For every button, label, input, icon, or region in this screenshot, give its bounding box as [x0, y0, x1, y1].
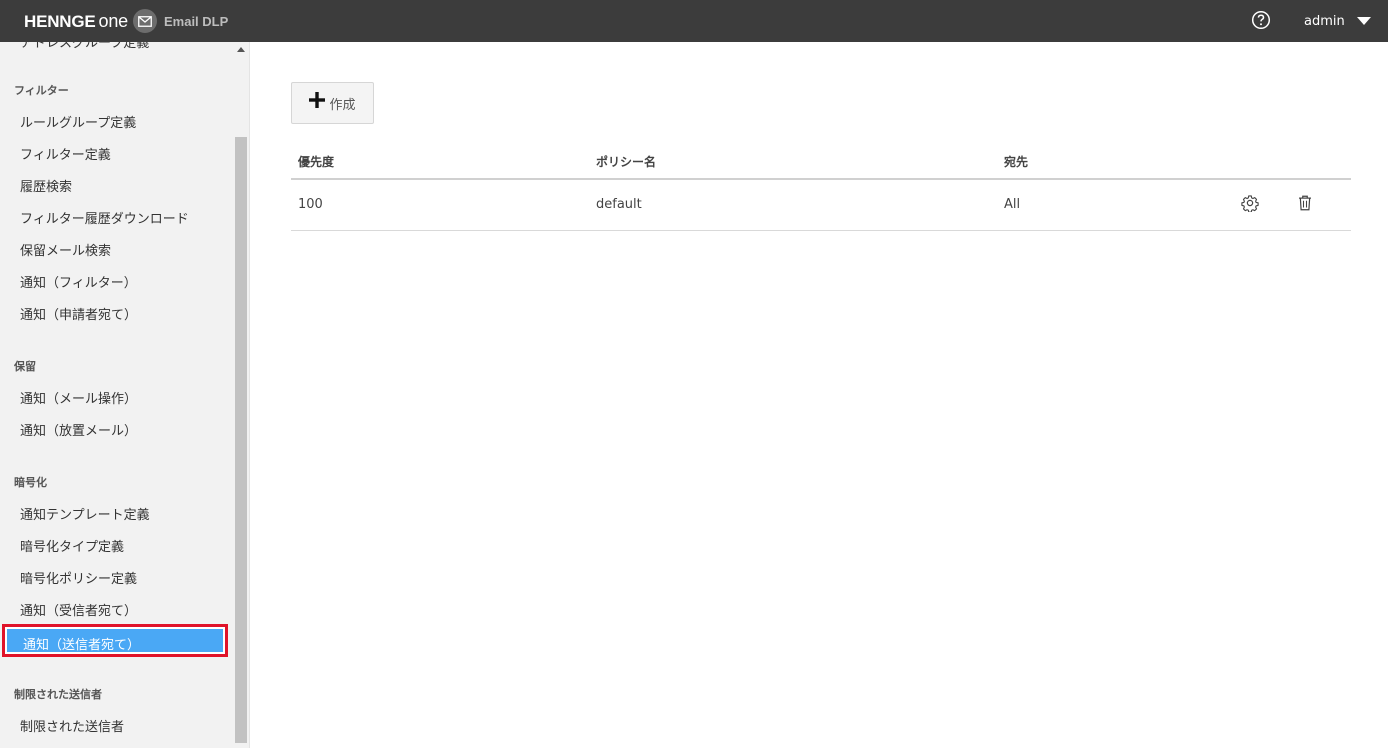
sidebar-scrollbar[interactable]: [234, 42, 248, 748]
sidebar-item-notify-filter[interactable]: 通知（フィルター）: [20, 272, 137, 291]
sidebar-item-notify-sender[interactable]: 通知（送信者宛て）: [2, 624, 228, 657]
sidebar-item-notify-neglected-mail[interactable]: 通知（放置メール）: [20, 420, 137, 439]
cell-recipient: All: [1004, 197, 1021, 212]
cell-policy-name: default: [596, 197, 642, 212]
table-row-divider: [291, 230, 1351, 231]
top-bar: HENNGE one Email DLP admin: [0, 0, 1388, 42]
sidebar-item-notify-template[interactable]: 通知テンプレート定義: [20, 504, 150, 523]
sidebar-item-encryption-type[interactable]: 暗号化タイプ定義: [20, 536, 124, 555]
sidebar-item-held-mail-search[interactable]: 保留メール検索: [20, 240, 111, 259]
sidebar-item-restricted-senders[interactable]: 制限された送信者: [20, 716, 124, 735]
sidebar-item-history-download[interactable]: フィルター履歴ダウンロード: [20, 208, 189, 227]
active-highlight: 通知（送信者宛て）: [7, 629, 223, 653]
sidebar-item-notify-recipient[interactable]: 通知（受信者宛て）: [20, 600, 137, 619]
section-title-hold: 保留: [14, 360, 36, 373]
cell-priority: 100: [298, 197, 323, 212]
scroll-up-arrow-icon[interactable]: [237, 47, 245, 52]
caret-down-icon: [1356, 17, 1371, 25]
sidebar-item-encryption-policy[interactable]: 暗号化ポリシー定義: [20, 568, 137, 587]
sidebar-item-history-search[interactable]: 履歴検索: [20, 176, 72, 195]
sidebar: アドレスグループ定義 フィルター ルールグループ定義 フィルター定義 履歴検索 …: [0, 42, 250, 748]
sidebar-item-notify-mail-operation[interactable]: 通知（メール操作）: [20, 388, 137, 407]
plus-icon: [309, 91, 326, 113]
brand-name: HENNGE one: [24, 10, 128, 31]
help-circle-icon[interactable]: [1251, 10, 1271, 30]
brand-logo[interactable]: HENNGE one Email DLP: [24, 0, 228, 42]
user-name: admin: [1304, 13, 1345, 29]
trash-icon[interactable]: [1296, 194, 1314, 212]
create-button[interactable]: 作成: [291, 82, 374, 124]
create-button-label: 作成: [329, 97, 356, 113]
sidebar-item-label: 通知（送信者宛て）: [23, 638, 141, 653]
column-header-priority: 優先度: [298, 155, 335, 169]
column-header-policy-name: ポリシー名: [596, 155, 657, 169]
user-menu[interactable]: admin: [1304, 0, 1371, 42]
sidebar-item-rule-group[interactable]: ルールグループ定義: [20, 112, 136, 131]
table-header-divider: [291, 178, 1351, 180]
section-title-restricted-senders: 制限された送信者: [14, 688, 102, 701]
sidebar-item-filter-definition[interactable]: フィルター定義: [20, 144, 111, 163]
column-header-recipient: 宛先: [1004, 155, 1029, 169]
sidebar-item-notify-applicant[interactable]: 通知（申請者宛て）: [20, 304, 137, 323]
mail-icon: [132, 9, 157, 33]
sidebar-item-cut[interactable]: アドレスグループ定義: [20, 42, 149, 51]
section-title-encryption: 暗号化: [14, 476, 47, 489]
scrollbar-thumb[interactable]: [235, 137, 247, 743]
product-name: Email DLP: [163, 13, 229, 29]
section-title-filter: フィルター: [14, 84, 69, 97]
gear-icon[interactable]: [1241, 194, 1259, 213]
